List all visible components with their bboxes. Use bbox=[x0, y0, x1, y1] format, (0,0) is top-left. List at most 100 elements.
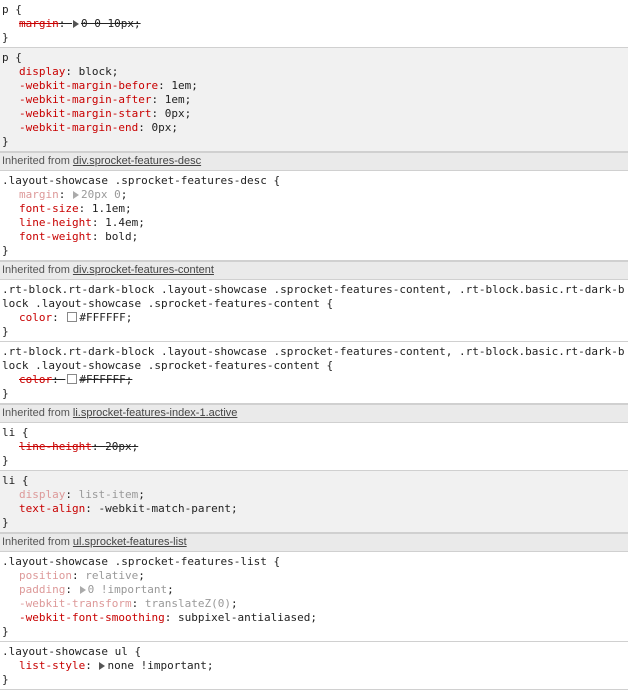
property-name[interactable]: padding bbox=[19, 583, 65, 596]
css-declaration[interactable]: padding: 0 !important; bbox=[2, 583, 628, 597]
rule-selector[interactable]: .rt-block.rt-dark-block .layout-showcase… bbox=[2, 283, 628, 311]
css-declaration[interactable]: -webkit-margin-start: 0px; bbox=[2, 107, 628, 121]
rule-selector[interactable]: li { bbox=[2, 474, 628, 488]
property-value[interactable]: block bbox=[79, 65, 112, 78]
rule-selector[interactable]: .layout-showcase .sprocket-features-desc… bbox=[2, 174, 628, 188]
property-value[interactable]: #FFFFFF bbox=[79, 311, 125, 324]
semicolon: ; bbox=[310, 611, 318, 624]
inherited-element-link[interactable]: ul.sprocket-features-list bbox=[73, 536, 187, 548]
property-value[interactable]: 0 0 10px bbox=[81, 17, 134, 30]
inherited-prefix-label: Inherited from bbox=[2, 536, 73, 548]
property-name[interactable]: text-align bbox=[19, 502, 85, 515]
css-declaration[interactable]: -webkit-margin-after: 1em; bbox=[2, 93, 628, 107]
property-name[interactable]: margin bbox=[19, 188, 59, 201]
property-value[interactable]: 20px bbox=[105, 440, 132, 453]
property-name[interactable]: font-size bbox=[19, 202, 79, 215]
property-value[interactable]: translateZ(0) bbox=[145, 597, 231, 610]
css-rule-block: .rt-block.rt-dark-block .layout-showcase… bbox=[0, 342, 628, 404]
colon-separator: : bbox=[65, 65, 79, 78]
property-name[interactable]: color bbox=[19, 311, 52, 324]
property-name[interactable]: color bbox=[19, 373, 52, 386]
property-name[interactable]: line-height bbox=[19, 440, 92, 453]
css-declaration[interactable]: position: relative; bbox=[2, 569, 628, 583]
css-declaration[interactable]: font-weight: bold; bbox=[2, 230, 628, 244]
semicolon: ; bbox=[111, 65, 119, 78]
property-value[interactable]: bold bbox=[105, 230, 132, 243]
css-declaration[interactable]: line-height: 1.4em; bbox=[2, 216, 628, 230]
rule-selector[interactable]: p { bbox=[2, 51, 628, 65]
color-swatch-icon[interactable] bbox=[67, 374, 78, 384]
property-value[interactable]: 1em bbox=[165, 93, 185, 106]
inherited-element-link[interactable]: div.sprocket-features-content bbox=[73, 264, 214, 276]
css-declaration[interactable]: font-size: 1.1em; bbox=[2, 202, 628, 216]
property-name[interactable]: list-style bbox=[19, 659, 85, 672]
css-declaration[interactable]: -webkit-transform: translateZ(0); bbox=[2, 597, 628, 611]
property-value[interactable]: 1.1em bbox=[92, 202, 125, 215]
color-swatch-icon[interactable] bbox=[67, 312, 78, 322]
property-value[interactable]: 20px 0 bbox=[81, 188, 121, 201]
property-value[interactable]: relative bbox=[85, 569, 138, 582]
css-declaration[interactable]: margin: 20px 0; bbox=[2, 188, 628, 202]
css-declaration[interactable]: margin: 0 0 10px; bbox=[2, 17, 628, 31]
property-name[interactable]: -webkit-margin-start bbox=[19, 107, 151, 120]
property-name[interactable]: display bbox=[19, 65, 65, 78]
rule-selector[interactable]: li { bbox=[2, 426, 628, 440]
css-rule-block: li {line-height: 20px;} bbox=[0, 423, 628, 471]
semicolon: ; bbox=[138, 488, 145, 501]
semicolon: ; bbox=[131, 440, 139, 453]
property-value[interactable]: 1em bbox=[171, 79, 191, 92]
property-name[interactable]: -webkit-font-smoothing bbox=[19, 611, 165, 624]
css-declaration[interactable]: list-style: none !important; bbox=[2, 659, 628, 673]
css-declaration[interactable]: text-align: -webkit-match-parent; bbox=[2, 502, 628, 516]
css-rule-block: .rt-block.rt-dark-block .layout-showcase… bbox=[0, 280, 628, 342]
property-name[interactable]: font-weight bbox=[19, 230, 92, 243]
property-name[interactable]: position bbox=[19, 569, 72, 582]
property-value[interactable]: 0 !important bbox=[88, 583, 167, 596]
inherited-element-link[interactable]: li.sprocket-features-index-1.active bbox=[73, 407, 237, 419]
rule-selector[interactable]: .layout-showcase .sprocket-features-list… bbox=[2, 555, 628, 569]
expand-shorthand-icon[interactable] bbox=[79, 586, 86, 594]
property-value[interactable]: -webkit-match-parent bbox=[98, 502, 230, 515]
semicolon: ; bbox=[184, 93, 192, 106]
css-rule-block: .layout-showcase .sprocket-features-list… bbox=[0, 552, 628, 642]
property-name[interactable]: line-height bbox=[19, 216, 92, 229]
semicolon: ; bbox=[138, 216, 145, 229]
property-value[interactable]: none !important bbox=[107, 659, 206, 672]
property-value[interactable]: 0px bbox=[151, 121, 171, 134]
css-declaration[interactable]: line-height: 20px; bbox=[2, 440, 628, 454]
property-value[interactable]: #FFFFFF bbox=[79, 373, 125, 386]
css-declaration[interactable]: -webkit-font-smoothing: subpixel-antiali… bbox=[2, 611, 628, 625]
rule-selector[interactable]: .rt-block.rt-dark-block .layout-showcase… bbox=[2, 345, 628, 373]
property-value[interactable]: list-item bbox=[79, 488, 139, 501]
css-declaration[interactable]: -webkit-margin-end: 0px; bbox=[2, 121, 628, 135]
inherited-element-link[interactable]: div.sprocket-features-desc bbox=[73, 155, 201, 167]
semicolon: ; bbox=[133, 17, 141, 30]
semicolon: ; bbox=[131, 230, 139, 243]
colon-separator: : bbox=[78, 202, 92, 215]
property-name[interactable]: display bbox=[19, 488, 65, 501]
semicolon: ; bbox=[191, 79, 198, 92]
css-declaration[interactable]: -webkit-margin-before: 1em; bbox=[2, 79, 628, 93]
expand-shorthand-icon[interactable] bbox=[73, 20, 79, 28]
property-value[interactable]: 1.4em bbox=[105, 216, 138, 229]
property-value[interactable]: subpixel-antialiased bbox=[178, 611, 310, 624]
css-declaration[interactable]: display: block; bbox=[2, 65, 628, 79]
property-value[interactable]: 0px bbox=[165, 107, 185, 120]
inherited-from-header: Inherited from ul.sprocket-features-list bbox=[0, 533, 628, 552]
styles-pane: p {margin: 0 0 10px;} p {display: block; -… bbox=[0, 0, 628, 690]
property-name[interactable]: -webkit-margin-end bbox=[19, 121, 138, 134]
rule-selector[interactable]: p { bbox=[2, 3, 628, 17]
colon-separator: : bbox=[91, 230, 106, 243]
css-declaration[interactable]: color: #FFFFFF; bbox=[2, 311, 628, 325]
property-name[interactable]: margin bbox=[19, 17, 59, 30]
expand-shorthand-icon[interactable] bbox=[99, 662, 106, 670]
css-declaration[interactable]: color: #FFFFFF; bbox=[2, 373, 628, 387]
rule-selector[interactable]: .layout-showcase ul { bbox=[2, 645, 628, 659]
inherited-prefix-label: Inherited from bbox=[2, 264, 73, 276]
colon-separator: : bbox=[52, 373, 66, 386]
css-declaration[interactable]: display: list-item; bbox=[2, 488, 628, 502]
property-name[interactable]: -webkit-margin-after bbox=[19, 93, 151, 106]
expand-shorthand-icon[interactable] bbox=[73, 191, 79, 199]
property-name[interactable]: -webkit-margin-before bbox=[19, 79, 158, 92]
property-name[interactable]: -webkit-transform bbox=[19, 597, 132, 610]
